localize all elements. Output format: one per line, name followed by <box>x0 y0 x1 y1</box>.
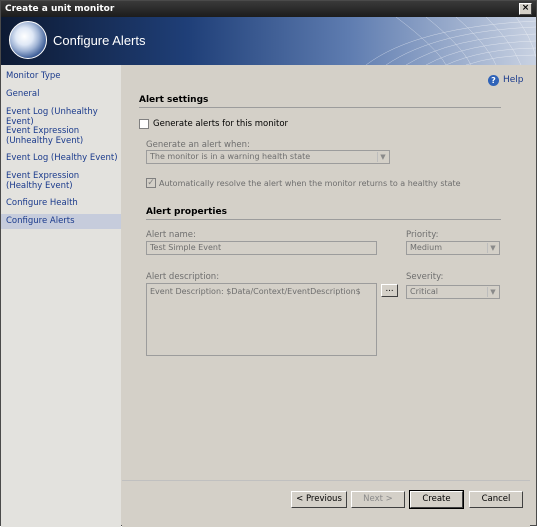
auto-resolve-checkbox[interactable]: ✓ <box>146 178 156 188</box>
description-ellipsis-button[interactable]: ... <box>381 284 398 297</box>
nav-item-configure-health[interactable]: Configure Health <box>1 198 121 208</box>
nav-item-event-expression-healthy[interactable]: Event Expression (Healthy Event) <box>1 171 111 191</box>
nav-item-label: Event Expression (Unhealthy Event) <box>6 126 84 146</box>
nav-item-label: Event Log (Unhealthy Event) <box>6 107 98 127</box>
severity-select[interactable]: Critical ▼ <box>406 285 500 299</box>
alert-name-label: Alert name: <box>146 230 196 240</box>
nav-item-configure-alerts[interactable]: Configure Alerts <box>1 214 121 229</box>
generate-when-value: The monitor is in a warning health state <box>150 152 311 161</box>
alert-name-value: Test Simple Event <box>150 243 222 252</box>
alert-description-value: Event Description: $Data/Context/EventDe… <box>150 287 361 296</box>
window-title: Create a unit monitor <box>5 4 115 14</box>
section-divider <box>139 107 501 108</box>
wizard-logo-icon <box>9 21 47 59</box>
generate-when-select[interactable]: The monitor is in a warning health state… <box>146 150 390 164</box>
generate-alerts-label: Generate alerts for this monitor <box>153 119 289 129</box>
nav-item-label: General <box>6 89 40 99</box>
wizard-banner: Configure Alerts <box>1 17 536 65</box>
alert-name-input[interactable]: Test Simple Event <box>146 241 377 255</box>
auto-resolve-label: Automatically resolve the alert when the… <box>159 179 461 188</box>
nav-item-event-expression-unhealthy[interactable]: Event Expression (Unhealthy Event) <box>1 126 116 146</box>
page-title: Configure Alerts <box>53 33 146 48</box>
chevron-down-icon: ▼ <box>487 243 498 253</box>
nav-item-label: Event Log (Healthy Event) <box>6 153 118 163</box>
alert-settings-heading: Alert settings <box>139 95 209 105</box>
nav-item-label: Event Expression (Healthy Event) <box>6 171 80 191</box>
chevron-down-icon: ▼ <box>377 152 388 162</box>
close-button[interactable]: × <box>519 3 532 15</box>
nav-item-monitor-type[interactable]: Monitor Type <box>1 71 121 81</box>
nav-item-general[interactable]: General <box>1 89 121 99</box>
next-button[interactable]: Next > <box>351 491 405 508</box>
nav-item-event-log-unhealthy[interactable]: Event Log (Unhealthy Event) <box>1 107 121 127</box>
banner-grid-decoration <box>365 17 536 65</box>
nav-item-event-log-healthy[interactable]: Event Log (Healthy Event) <box>1 153 121 163</box>
severity-label: Severity: <box>406 272 444 282</box>
generate-alerts-checkbox[interactable] <box>139 119 149 129</box>
priority-select[interactable]: Medium ▼ <box>406 241 500 255</box>
section-divider <box>146 219 501 220</box>
nav-item-label: Configure Health <box>6 198 78 208</box>
alert-description-label: Alert description: <box>146 272 220 282</box>
title-bar: Create a unit monitor × <box>1 1 536 17</box>
close-icon: × <box>521 3 530 13</box>
priority-value: Medium <box>410 243 442 252</box>
severity-value: Critical <box>410 287 438 296</box>
chevron-down-icon: ▼ <box>487 287 498 297</box>
nav-item-label: Configure Alerts <box>6 216 75 226</box>
cancel-button[interactable]: Cancel <box>469 491 523 508</box>
help-link[interactable]: Help <box>503 75 524 85</box>
priority-label: Priority: <box>406 230 439 240</box>
previous-button[interactable]: < Previous <box>291 491 347 508</box>
create-button[interactable]: Create <box>409 490 464 509</box>
generate-when-label: Generate an alert when: <box>146 140 250 150</box>
checkmark-icon: ✓ <box>147 178 155 188</box>
alert-description-textarea[interactable]: Event Description: $Data/Context/EventDe… <box>146 283 377 356</box>
alert-properties-heading: Alert properties <box>146 207 227 217</box>
create-unit-monitor-window: Create a unit monitor × Configure Alerts… <box>0 0 537 527</box>
wizard-navigation: Monitor Type General Event Log (Unhealth… <box>1 65 121 527</box>
nav-item-label: Monitor Type <box>6 71 61 81</box>
help-icon[interactable]: ? <box>488 75 499 86</box>
